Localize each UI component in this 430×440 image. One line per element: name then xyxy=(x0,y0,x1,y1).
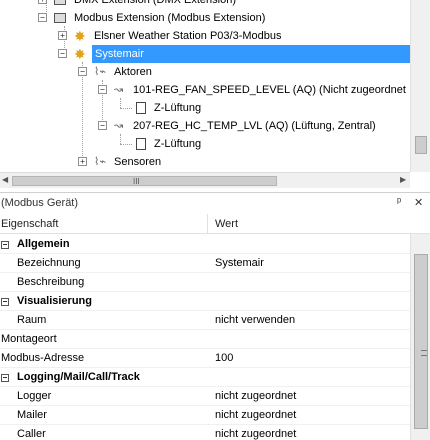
column-header-property[interactable]: Eigenschaft xyxy=(1,218,58,230)
gear-icon: ✸ xyxy=(74,28,86,44)
scroll-right-icon[interactable]: ▶ xyxy=(400,175,406,184)
tree-node-elsner-weather-station[interactable]: + ✸ Elsner Weather Station P03/3-Modbus xyxy=(0,27,410,45)
property-row-modbus-adresse[interactable]: Modbus-Adresse 100 xyxy=(0,349,410,368)
expander-icon[interactable]: + xyxy=(78,157,87,166)
category-label: Allgemein xyxy=(17,238,70,250)
tree-node-aktoren[interactable]: − ⌇⌁ Aktoren xyxy=(0,63,410,81)
property-value[interactable]: nicht zugeordnet xyxy=(215,406,296,425)
tree-node-systemair[interactable]: − ✸ Systemair xyxy=(0,45,410,63)
property-row-montageort[interactable]: Montageort xyxy=(0,330,410,349)
tree-node-label-selected: Systemair xyxy=(92,45,410,63)
collapse-icon[interactable] xyxy=(1,298,9,306)
document-icon xyxy=(136,102,146,114)
scrollbar-grip xyxy=(421,350,427,356)
property-key: Caller xyxy=(17,428,46,440)
property-key: Modbus-Adresse xyxy=(1,352,85,364)
tree-node-sensoren[interactable]: + ⌇⌁ Sensoren xyxy=(0,153,410,171)
tree-node-label: 207-REG_HC_TEMP_LVL (AQ) (Lüftung, Zentr… xyxy=(133,120,376,132)
collapse-icon[interactable] xyxy=(1,374,9,382)
property-key: Montageort xyxy=(1,333,57,345)
property-key: Beschreibung xyxy=(17,276,85,288)
tree-node-fan-speed-level[interactable]: − ↝ 101-REG_FAN_SPEED_LEVEL (AQ) (Nicht … xyxy=(0,81,410,99)
property-row-bezeichnung[interactable]: Bezeichnung Systemair xyxy=(0,254,410,273)
scrollbar-thumb[interactable] xyxy=(415,136,427,154)
property-key: Mailer xyxy=(17,409,47,421)
sensor-folder-icon: ⌇⌁ xyxy=(94,156,106,168)
close-icon[interactable]: ✕ xyxy=(414,196,423,209)
expander-icon[interactable]: + xyxy=(58,31,67,40)
tree-node-label: Sensoren xyxy=(114,156,162,168)
property-row-raum[interactable]: Raum nicht verwenden xyxy=(0,311,410,330)
property-value[interactable]: Systemair xyxy=(215,254,264,273)
device-tree[interactable]: + DMX Extension (DMX Extension) − Modbus… xyxy=(0,0,430,172)
property-key: Bezeichnung xyxy=(17,257,81,269)
property-value[interactable]: nicht zugeordnet xyxy=(215,425,296,440)
category-row-logging[interactable]: Logging/Mail/Call/Track xyxy=(0,368,410,387)
collapse-icon[interactable]: − xyxy=(58,49,67,58)
category-row-visualisierung[interactable]: Visualisierung xyxy=(0,292,410,311)
scroll-left-icon[interactable]: ◀ xyxy=(2,175,8,184)
property-row-mailer[interactable]: Mailer nicht zugeordnet xyxy=(0,406,410,425)
scrollbar-thumb[interactable]: III xyxy=(12,176,277,186)
actuator-folder-icon: ⌇⌁ xyxy=(94,66,106,78)
column-separator[interactable] xyxy=(207,214,208,234)
tree-node-dmx-extension[interactable]: + DMX Extension (DMX Extension) xyxy=(0,0,410,9)
collapse-icon[interactable]: − xyxy=(98,85,107,94)
tree-node-z-lueftung[interactable]: Z-Lüftung xyxy=(0,99,410,117)
properties-header: (Modbus Gerät) ᵖ ✕ xyxy=(0,192,430,214)
property-key: Logger xyxy=(17,390,52,402)
collapse-icon[interactable]: − xyxy=(78,67,87,76)
tree-node-label: Z-Lüftung xyxy=(154,102,202,114)
properties-column-header: Eigenschaft Wert xyxy=(0,214,430,234)
analog-output-icon: ↝ xyxy=(114,84,124,96)
collapse-icon[interactable]: − xyxy=(98,121,107,130)
tree-node-label: Modbus Extension (Modbus Extension) xyxy=(74,12,266,24)
property-value[interactable]: nicht zugeordnet xyxy=(215,387,296,406)
properties-title: (Modbus Gerät) xyxy=(1,197,79,209)
dmx-device-icon xyxy=(54,0,66,5)
property-key: Raum xyxy=(17,314,47,326)
analog-output-icon: ↝ xyxy=(114,120,124,132)
collapse-icon[interactable] xyxy=(1,241,9,249)
expander-icon[interactable]: + xyxy=(38,0,47,4)
tree-node-z-lueftung[interactable]: Z-Lüftung xyxy=(0,135,410,153)
tree-node-label: Elsner Weather Station P03/3-Modbus xyxy=(94,30,282,42)
property-row-beschreibung[interactable]: Beschreibung xyxy=(0,273,410,292)
tree-node-modbus-extension[interactable]: − Modbus Extension (Modbus Extension) xyxy=(0,9,410,27)
tree-node-label: Z-Lüftung xyxy=(154,138,202,150)
column-header-value[interactable]: Wert xyxy=(215,218,238,230)
collapse-icon[interactable]: − xyxy=(38,13,47,22)
properties-vertical-scrollbar[interactable] xyxy=(410,234,430,440)
modbus-device-icon xyxy=(54,13,66,23)
property-value[interactable]: 100 xyxy=(215,349,233,368)
property-row-logger[interactable]: Logger nicht zugeordnet xyxy=(0,387,410,406)
document-icon xyxy=(136,138,146,150)
tree-node-label: 101-REG_FAN_SPEED_LEVEL (AQ) (Nicht zuge… xyxy=(133,84,406,96)
category-row-allgemein[interactable]: Allgemein xyxy=(0,235,410,254)
category-label: Logging/Mail/Call/Track xyxy=(17,371,140,383)
tree-node-label: DMX Extension (DMX Extension) xyxy=(74,0,236,6)
tree-node-hc-temp-lvl[interactable]: − ↝ 207-REG_HC_TEMP_LVL (AQ) (Lüftung, Z… xyxy=(0,117,410,135)
category-label: Visualisierung xyxy=(17,295,92,307)
property-row-caller[interactable]: Caller nicht zugeordnet xyxy=(0,425,410,440)
tree-vertical-scrollbar[interactable] xyxy=(410,0,430,172)
tree-node-label: Aktoren xyxy=(114,66,152,78)
pin-icon[interactable]: ᵖ xyxy=(397,196,401,208)
scrollbar-grip: III xyxy=(133,177,140,186)
gear-icon: ✸ xyxy=(74,46,86,62)
property-value[interactable]: nicht verwenden xyxy=(215,311,295,330)
tree-horizontal-scrollbar[interactable]: ◀ III ▶ xyxy=(0,172,410,188)
scrollbar-thumb[interactable] xyxy=(414,254,428,429)
